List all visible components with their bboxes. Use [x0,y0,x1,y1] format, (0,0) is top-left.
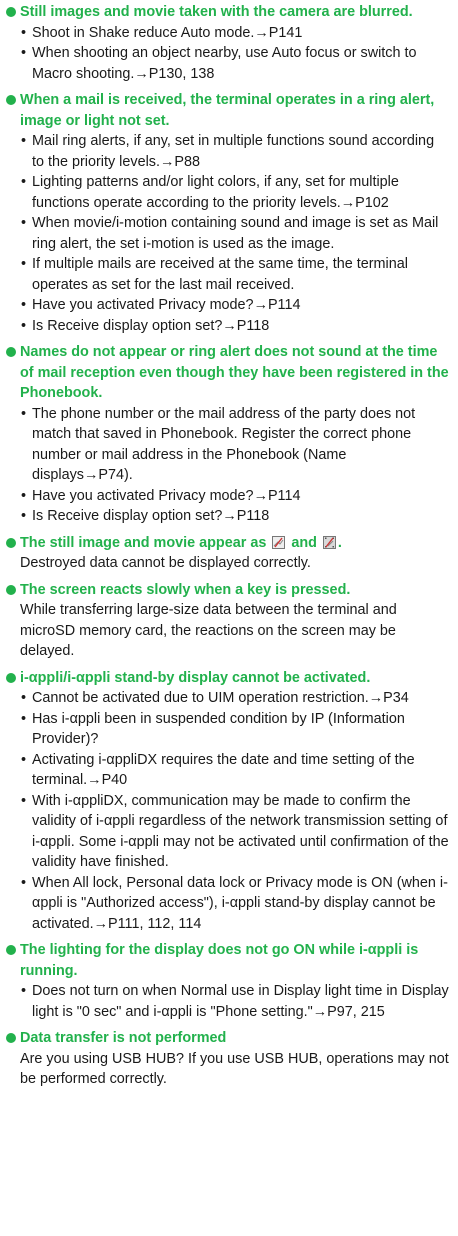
broken-movie-icon [322,535,336,549]
bullet-dot-icon [6,584,16,595]
bullet-marker: • [21,133,27,149]
faq-answer-item: • Activating i-αppliDX requires the date … [20,750,450,791]
faq-heading-text: The still image and movie appear as [20,534,267,551]
faq-answer-item-text: Shoot in Shake reduce Auto mode.→P141 [32,24,303,41]
faq-answer-item: • Shoot in Shake reduce Auto mode.→P141 [20,23,450,44]
faq-item: Data transfer is not performed Are you us… [6,1028,450,1090]
faq-answer-item: • Is Receive display option set?→P118 [20,506,450,527]
faq-heading-text: Names do not appear or ring alert does n… [20,344,449,401]
faq-answer-item-text: Has i-αppli been in suspended condition … [32,710,405,748]
faq-item: The still image and movie appear as and … [6,533,450,574]
faq-heading-text: The screen reacts slowly when a key is p… [20,581,351,598]
faq-answer-item-text: Mail ring alerts, if any, set in multipl… [32,133,435,170]
faq-answer-text: Are you using USB HUB? If you use USB HU… [20,1050,449,1088]
faq-answer-list: • The phone number or the mail address of… [6,404,450,527]
bullet-marker: • [21,874,27,891]
faq-answer-item: • When movie/i-motion containing sound an… [20,213,450,254]
faq-answer-item: • Mail ring alerts, if any, set in multip… [20,131,450,172]
faq-heading: i-αppli/i-αppli stand-by display cannot … [6,668,450,689]
faq-answer-item: • Is Receive display option set?→P118 [20,316,450,337]
faq-answer-item: • If multiple mails are received at the s… [20,254,450,295]
faq-answer-list: • Mail ring alerts, if any, set in multip… [6,131,450,336]
faq-heading-end: . [337,534,342,551]
bullet-dot-icon [6,537,16,548]
bullet-dot-icon [6,347,16,357]
faq-answer-text: Destroyed data cannot be displayed corre… [20,555,311,571]
bullet-dot-icon [6,7,16,17]
faq-answer-item: • Have you activated Privacy mode?→P114 [20,295,450,316]
faq-answer-item: • Cannot be activated due to UIM operatio… [20,688,450,709]
faq-item: Still images and movie taken with the ca… [6,2,450,84]
faq-heading: When a mail is received, the terminal op… [6,90,450,131]
bullet-marker: • [21,256,27,272]
faq-answer-item: • Lighting patterns and/or light colors, … [20,172,450,213]
faq-heading: Names do not appear or ring alert does n… [6,342,450,404]
faq-heading-text: Still images and movie taken with the ca… [20,4,413,20]
faq-answer-item-text: Does not turn on when Normal use in Disp… [32,983,449,1020]
bullet-dot-icon [6,95,16,105]
faq-answer-item-text: Cannot be activated due to UIM operation… [32,690,409,706]
faq-heading: The screen reacts slowly when a key is p… [6,580,450,601]
faq-answer-text: While transferring large-size data betwe… [20,602,397,659]
bullet-marker: • [21,487,27,504]
faq-answer-item-text: With i-αppliDX, communication may be mad… [32,792,449,871]
faq-heading: Data transfer is not performed [6,1028,450,1049]
bullet-dot-icon [6,945,16,955]
faq-answer-item: • With i-αppliDX, communication may be ma… [20,791,450,873]
bullet-marker: • [21,317,27,334]
bullet-marker: • [21,710,27,727]
faq-answer-item: • When shooting an object nearby, use Aut… [20,43,450,84]
faq-answer-item-text: When shooting an object nearby, use Auto… [32,45,417,82]
faq-item: i-αppli/i-αppli stand-by display cannot … [6,668,450,935]
faq-answer-list: • Cannot be activated due to UIM operatio… [6,688,450,934]
faq-answer-item: • The phone number or the mail address of… [20,404,450,486]
bullet-marker: • [21,508,27,524]
faq-answer-item-text: When All lock, Personal data lock or Pri… [32,874,448,932]
faq-answer-item-text: Is Receive display option set?→P118 [32,508,270,524]
faq-item: The lighting for the display does not go… [6,940,450,1022]
bullet-marker: • [21,174,27,190]
faq-item: The screen reacts slowly when a key is p… [6,580,450,662]
faq-answer-list: • Does not turn on when Normal use in Dis… [6,981,450,1022]
troubleshooting-list: Still images and movie taken with the ca… [0,0,458,1090]
faq-heading-text: Data transfer is not performed [20,1030,227,1046]
faq-answer-item: • When All lock, Personal data lock or Pr… [20,873,450,935]
bullet-marker: • [21,792,27,809]
bullet-dot-icon [6,1033,16,1043]
faq-item: When a mail is received, the terminal op… [6,90,450,336]
faq-heading: The still image and movie appear as and … [6,533,450,554]
bullet-marker: • [21,751,27,768]
faq-heading: The lighting for the display does not go… [6,940,450,981]
faq-heading-text: i-αppli/i-αppli stand-by display cannot … [20,669,371,686]
faq-item: Names do not appear or ring alert does n… [6,342,450,527]
bullet-marker: • [21,297,27,313]
bullet-marker: • [21,45,27,61]
faq-heading-join: and [291,534,317,551]
bullet-marker: • [21,24,27,41]
faq-answer-item-text: Lighting patterns and/or light colors, i… [32,174,399,211]
faq-answer-item-text: Activating i-αppliDX requires the date a… [32,751,415,789]
bullet-marker: • [21,215,27,231]
bullet-dot-icon [6,672,16,683]
faq-answer-item-text: The phone number or the mail address of … [32,405,416,484]
broken-image-icon [272,535,286,549]
faq-answer-item-text: Have you activated Privacy mode?→P114 [32,487,301,504]
faq-heading: Still images and movie taken with the ca… [6,2,450,23]
faq-answer-item: • Have you activated Privacy mode?→P114 [20,486,450,507]
bullet-marker: • [21,690,27,706]
faq-heading-text: The lighting for the display does not go… [20,942,419,979]
faq-answer-item: • Does not turn on when Normal use in Dis… [20,981,450,1022]
faq-heading-text: When a mail is received, the terminal op… [20,92,435,129]
bullet-marker: • [21,983,27,999]
faq-answer-list: • Shoot in Shake reduce Auto mode.→P141 • W… [6,23,450,85]
faq-answer-item-text: If multiple mails are received at the sa… [32,256,408,293]
faq-answer-item-text: Have you activated Privacy mode?→P114 [32,297,301,313]
faq-answer-item-text: Is Receive display option set?→P118 [32,317,270,334]
faq-answer-item-text: When movie/i-motion containing sound and… [32,215,439,252]
bullet-marker: • [21,405,27,422]
faq-answer-item: • Has i-αppli been in suspended condition… [20,709,450,750]
